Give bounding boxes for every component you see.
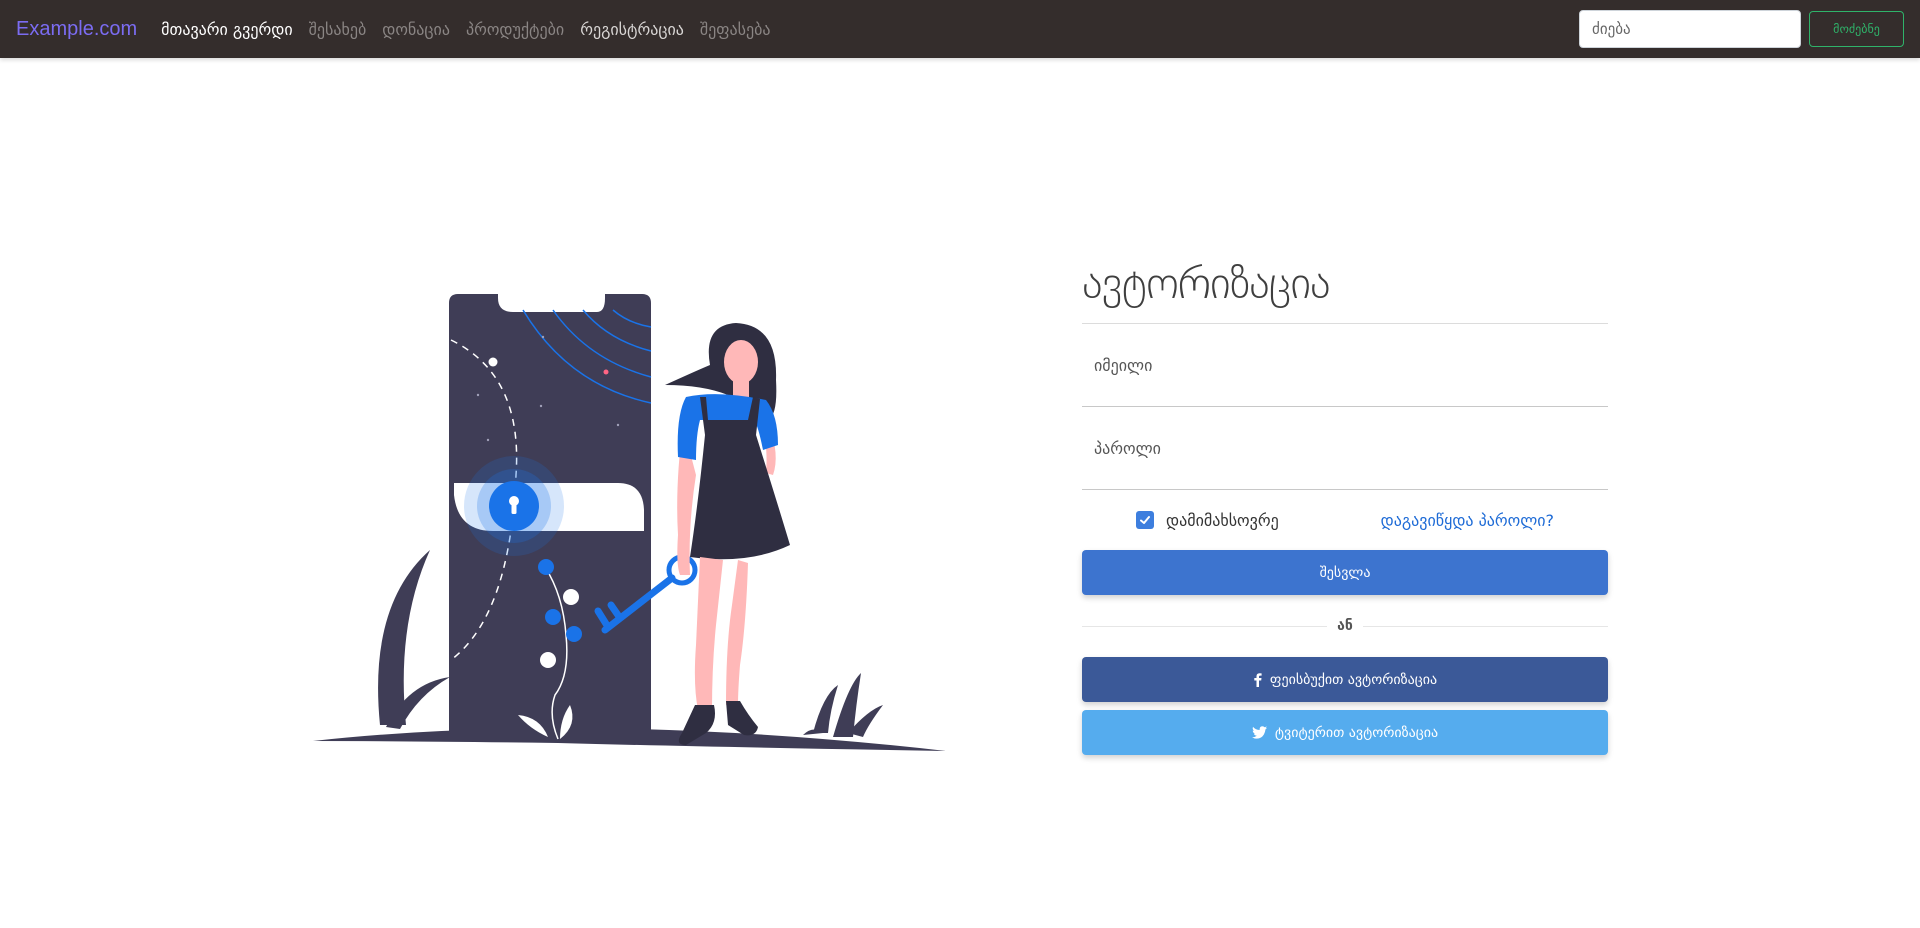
or-divider-text: ან (1337, 618, 1353, 634)
nav-link-about[interactable]: შესახებ (309, 20, 367, 39)
woman-leg-left (694, 557, 723, 710)
remember-me-text: დამიმახსოვრე (1166, 510, 1279, 530)
search-button[interactable]: მოძებნე (1809, 11, 1904, 47)
grass-right (813, 685, 838, 733)
password-field-wrapper (1082, 407, 1608, 490)
star-dot (488, 357, 498, 367)
vine-dot-white (563, 589, 579, 605)
remember-me-label[interactable]: დამიმახსოვრე (1136, 511, 1279, 530)
divider-line (1362, 625, 1608, 627)
nav-link-home[interactable]: მთავარი გვერდი (161, 20, 292, 39)
woman-shoe-right (726, 701, 758, 736)
nav-link-products[interactable]: პროდუქტები (466, 20, 564, 39)
star-dot (476, 393, 480, 397)
facebook-icon (1253, 672, 1262, 687)
password-field[interactable] (1082, 438, 1608, 458)
vine-dot-white (540, 652, 556, 668)
login-illustration (308, 285, 950, 755)
login-form: ავტორიზაცია დამიმახსოვრე დაგავიწყდა პარო… (1082, 258, 1608, 755)
brand-logo-link[interactable]: Example.com (16, 18, 137, 41)
login-submit-label: შესვლა (1319, 564, 1371, 581)
twitter-icon (1251, 726, 1267, 739)
star-dot (539, 404, 543, 408)
or-divider: ან (1082, 595, 1608, 657)
search-input[interactable] (1579, 10, 1801, 48)
navbar-search-form: მოძებნე (1579, 10, 1904, 48)
nav-link-donation[interactable]: დონაცია (382, 20, 450, 39)
plant-leaf-left (378, 550, 430, 725)
login-title: ავტორიზაცია (1082, 258, 1331, 309)
checkmark-icon (1140, 516, 1150, 524)
twitter-login-label: ტვიტერით ავტორიზაცია (1274, 724, 1439, 741)
star-dot (616, 423, 620, 427)
twitter-login-button[interactable]: ტვიტერით ავტორიზაცია (1082, 710, 1608, 755)
facebook-login-label: ფეისბუქით ავტორიზაცია (1269, 671, 1438, 688)
star-dot (541, 335, 545, 339)
divider-line (1082, 625, 1328, 627)
login-submit-button[interactable]: შესვლა (1082, 550, 1608, 595)
nav-links: მთავარი გვერდი შესახებ დონაცია პროდუქტებ… (161, 20, 786, 39)
remember-me-checkbox[interactable] (1136, 511, 1154, 529)
button-spacer (1082, 702, 1608, 710)
email-field-wrapper (1082, 324, 1608, 407)
login-options-row: დამიმახსოვრე დაგავიწყდა პაროლი? (1082, 490, 1608, 550)
vine-dot-blue (566, 626, 582, 642)
star-dot (486, 438, 490, 442)
email-field[interactable] (1082, 355, 1608, 375)
nav-link-registration[interactable]: რეგისტრაცია (580, 20, 684, 39)
illustration-svg (313, 294, 946, 751)
nav-link-rating[interactable]: შეფასება (700, 20, 771, 39)
vine-dot-blue (538, 559, 554, 575)
woman-neck (733, 377, 749, 397)
top-navbar: Example.com მთავარი გვერდი შესახებ დონაც… (0, 0, 1920, 58)
woman-leg-right (726, 560, 748, 705)
facebook-login-button[interactable]: ფეისბუქით ავტორიზაცია (1082, 657, 1608, 702)
vine-dot-blue (545, 609, 561, 625)
star-dot (603, 369, 609, 375)
forgot-password-link[interactable]: დაგავიწყდა პაროლი? (1381, 511, 1554, 530)
